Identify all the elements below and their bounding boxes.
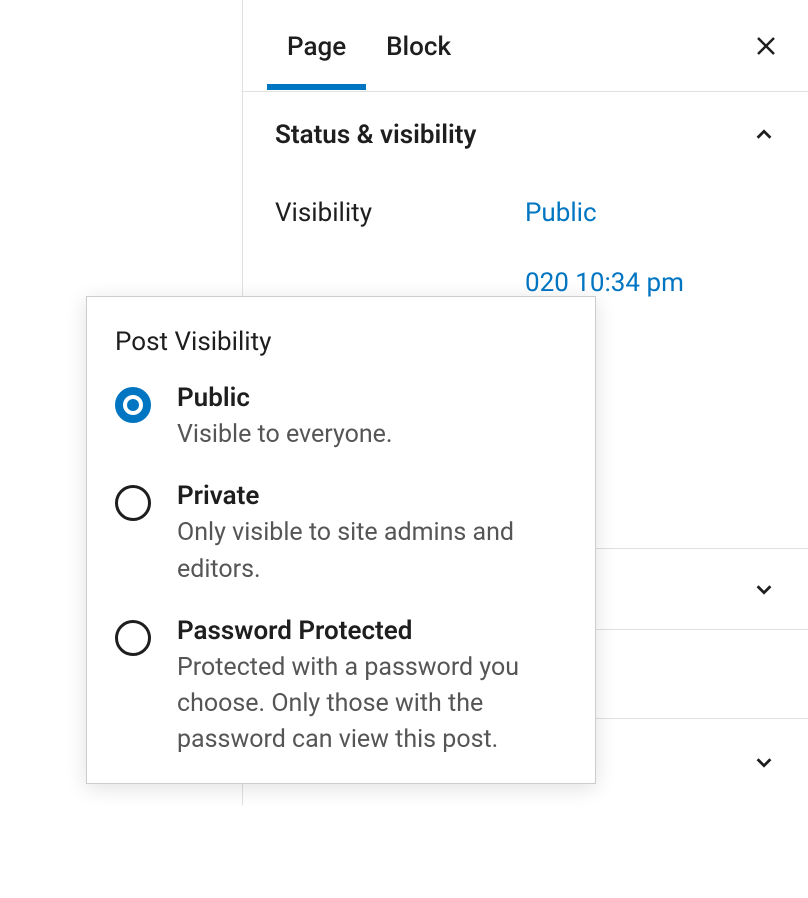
publish-date-value[interactable]: 020 10:34 pm [525, 268, 684, 298]
popover-title: Post Visibility [115, 327, 567, 357]
panel-status-visibility-header[interactable]: Status & visibility [243, 92, 808, 178]
visibility-value[interactable]: Public [525, 198, 597, 228]
post-visibility-popover: Post Visibility Public Visible to everyo… [86, 296, 596, 784]
radio-content: Private Only visible to site admins and … [177, 481, 567, 588]
chevron-down-icon [752, 577, 776, 601]
chevron-up-icon [752, 123, 776, 147]
radio-description: Visible to everyone. [177, 417, 567, 453]
radio-label: Private [177, 481, 567, 511]
close-icon [754, 34, 778, 58]
radio-unselected-icon [115, 620, 151, 656]
radio-label: Password Protected [177, 616, 567, 646]
radio-content: Password Protected Protected with a pass… [177, 616, 567, 759]
radio-label: Public [177, 383, 567, 413]
visibility-label: Visibility [275, 198, 525, 228]
radio-content: Public Visible to everyone. [177, 383, 567, 453]
tab-block[interactable]: Block [366, 2, 471, 90]
tab-page[interactable]: Page [267, 2, 366, 90]
radio-selected-icon [115, 387, 151, 423]
visibility-option-password[interactable]: Password Protected Protected with a pass… [115, 616, 567, 759]
visibility-option-private[interactable]: Private Only visible to site admins and … [115, 481, 567, 588]
radio-description: Only visible to site admins and editors. [177, 515, 567, 588]
radio-description: Protected with a password you choose. On… [177, 650, 567, 759]
radio-unselected-icon [115, 485, 151, 521]
visibility-row: Visibility Public [275, 178, 776, 248]
panel-title: Status & visibility [275, 120, 476, 150]
sidebar-tabs: Page Block [243, 0, 808, 92]
close-sidebar-button[interactable] [752, 32, 780, 60]
chevron-down-icon [752, 750, 776, 774]
visibility-option-public[interactable]: Public Visible to everyone. [115, 383, 567, 453]
